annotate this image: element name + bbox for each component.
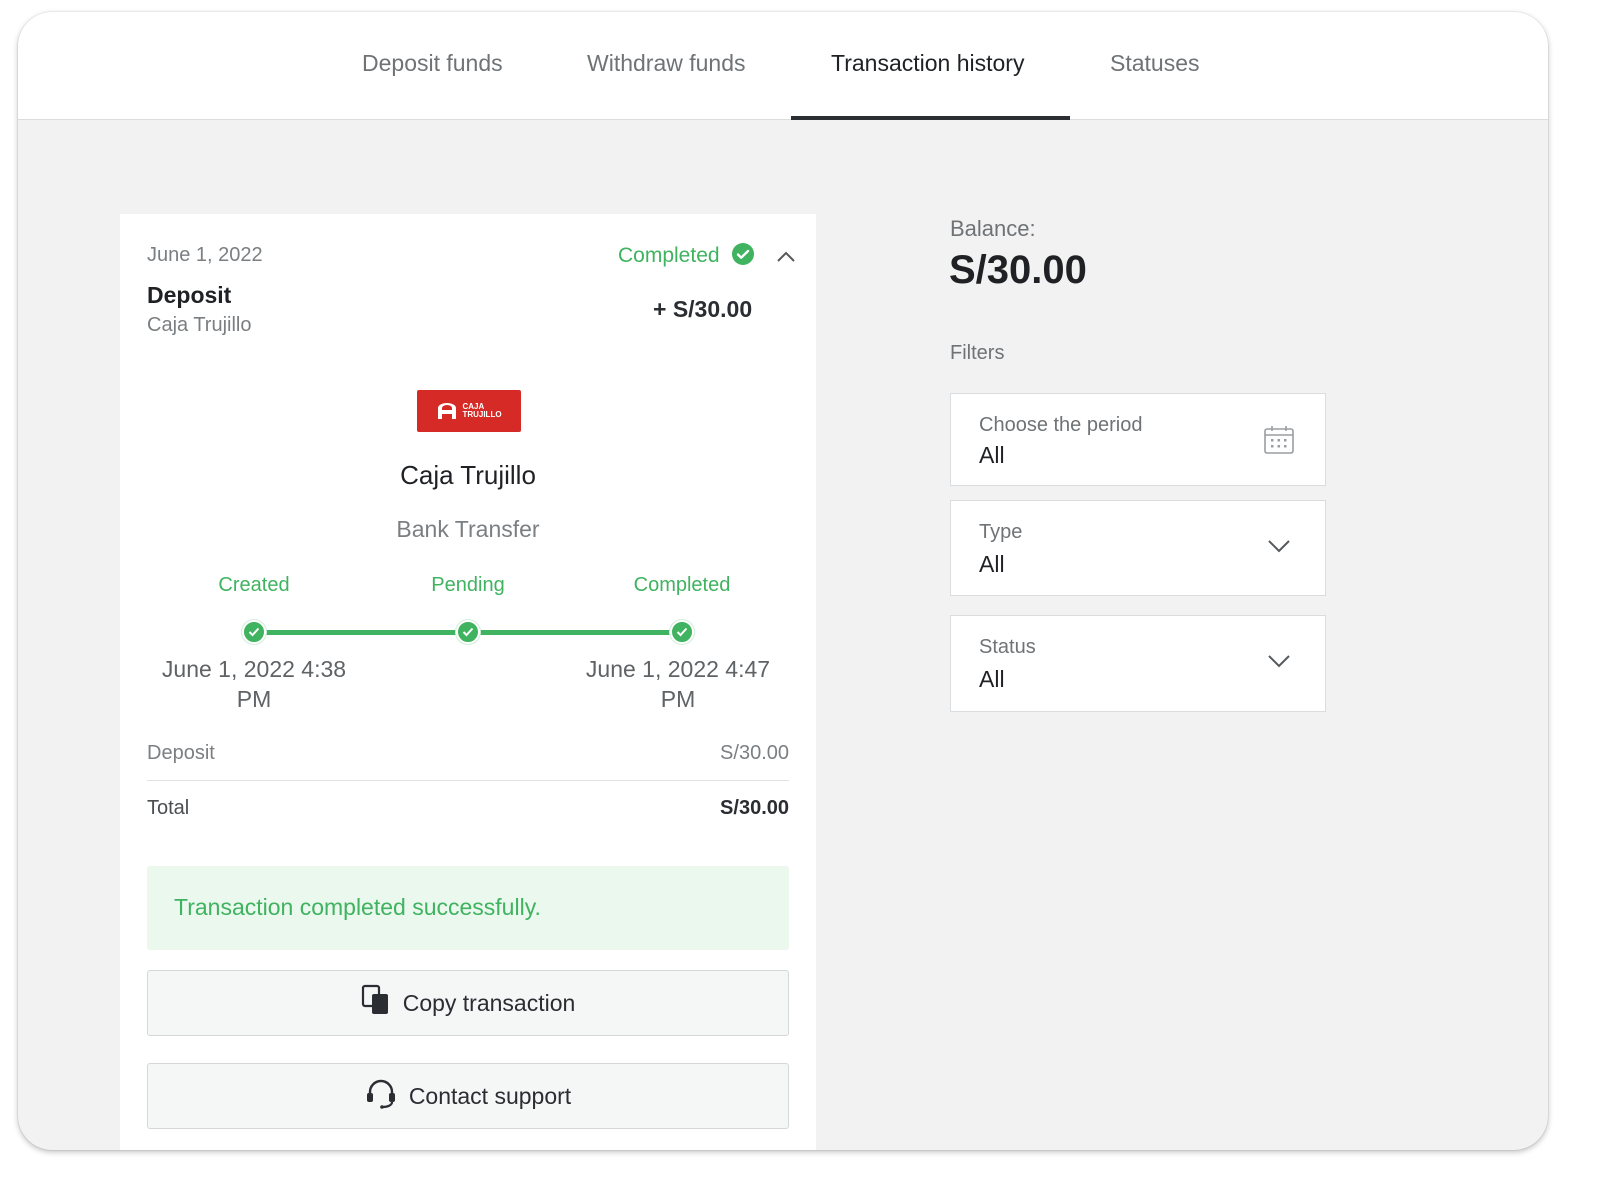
- tab-withdraw-funds[interactable]: Withdraw funds: [587, 50, 746, 77]
- row-deposit-value: S/30.00: [720, 742, 789, 764]
- step-time-completed: June 1, 2022 4:47 PM: [585, 656, 771, 712]
- chevron-down-icon[interactable]: [1267, 654, 1291, 673]
- step-label-completed: Completed: [633, 574, 731, 596]
- copy-transaction-label: Copy transaction: [402, 989, 576, 1016]
- filter-type-value: All: [979, 551, 1005, 577]
- row-deposit-label: Deposit: [147, 742, 215, 764]
- filter-status[interactable]: Status All: [950, 615, 1326, 712]
- transaction-card: June 1, 2022 Completed Deposit Caja Truj…: [120, 214, 816, 1150]
- step-time-created: June 1, 2022 4:38 PM: [161, 656, 347, 712]
- filter-type[interactable]: Type All: [950, 500, 1326, 596]
- transaction-type: Deposit: [147, 282, 232, 308]
- copy-icon: [361, 984, 391, 1022]
- app-window: Deposit funds Withdraw funds Transaction…: [18, 12, 1548, 1150]
- filters-label: Filters: [950, 342, 1005, 364]
- active-tab-indicator: [791, 116, 1070, 120]
- transaction-provider: Caja Trujillo: [147, 314, 252, 336]
- step-label-created: Created: [218, 574, 290, 596]
- success-message: Transaction completed successfully.: [174, 894, 541, 920]
- divider: [147, 780, 789, 781]
- filter-period-label: Choose the period: [979, 414, 1143, 436]
- check-circle-icon: [731, 242, 755, 271]
- filter-period-value: All: [979, 442, 1005, 468]
- row-total-label: Total: [147, 797, 190, 819]
- contact-support-button[interactable]: Contact support: [147, 1063, 789, 1129]
- filter-status-label: Status: [979, 636, 1036, 658]
- filter-period[interactable]: Choose the period All: [950, 393, 1326, 486]
- headset-icon: [365, 1077, 397, 1115]
- copy-transaction-button[interactable]: Copy transaction: [147, 970, 789, 1036]
- provider-name: Caja Trujillo: [400, 460, 536, 490]
- tab-statuses[interactable]: Statuses: [1110, 50, 1200, 77]
- step-check-icon: [670, 620, 694, 644]
- balance-label: Balance:: [950, 216, 1036, 241]
- step-check-icon: [456, 620, 480, 644]
- transaction-date: June 1, 2022: [147, 244, 263, 266]
- step-check-icon: [242, 620, 266, 644]
- filter-status-value: All: [979, 666, 1005, 692]
- tab-transaction-history[interactable]: Transaction history: [831, 50, 1024, 77]
- transaction-status: Completed: [618, 244, 720, 267]
- filter-type-label: Type: [979, 521, 1023, 543]
- tab-deposit-funds[interactable]: Deposit funds: [362, 50, 503, 77]
- step-label-pending: Pending: [431, 574, 505, 596]
- transaction-amount: + S/30.00: [653, 296, 753, 322]
- caja-trujillo-logo: CAJA TRUJILLO: [417, 390, 521, 432]
- success-banner: Transaction completed successfully.: [147, 866, 789, 950]
- payment-method: Bank Transfer: [396, 516, 540, 542]
- row-total-value: S/30.00: [720, 797, 789, 819]
- balance-value: S/30.00: [949, 248, 1087, 292]
- calendar-icon[interactable]: [1263, 424, 1295, 461]
- chevron-down-icon[interactable]: [1267, 539, 1291, 558]
- contact-support-label: Contact support: [408, 1082, 572, 1109]
- collapse-chevron-up-icon[interactable]: [776, 250, 796, 269]
- top-navigation: Deposit funds Withdraw funds Transaction…: [18, 12, 1548, 120]
